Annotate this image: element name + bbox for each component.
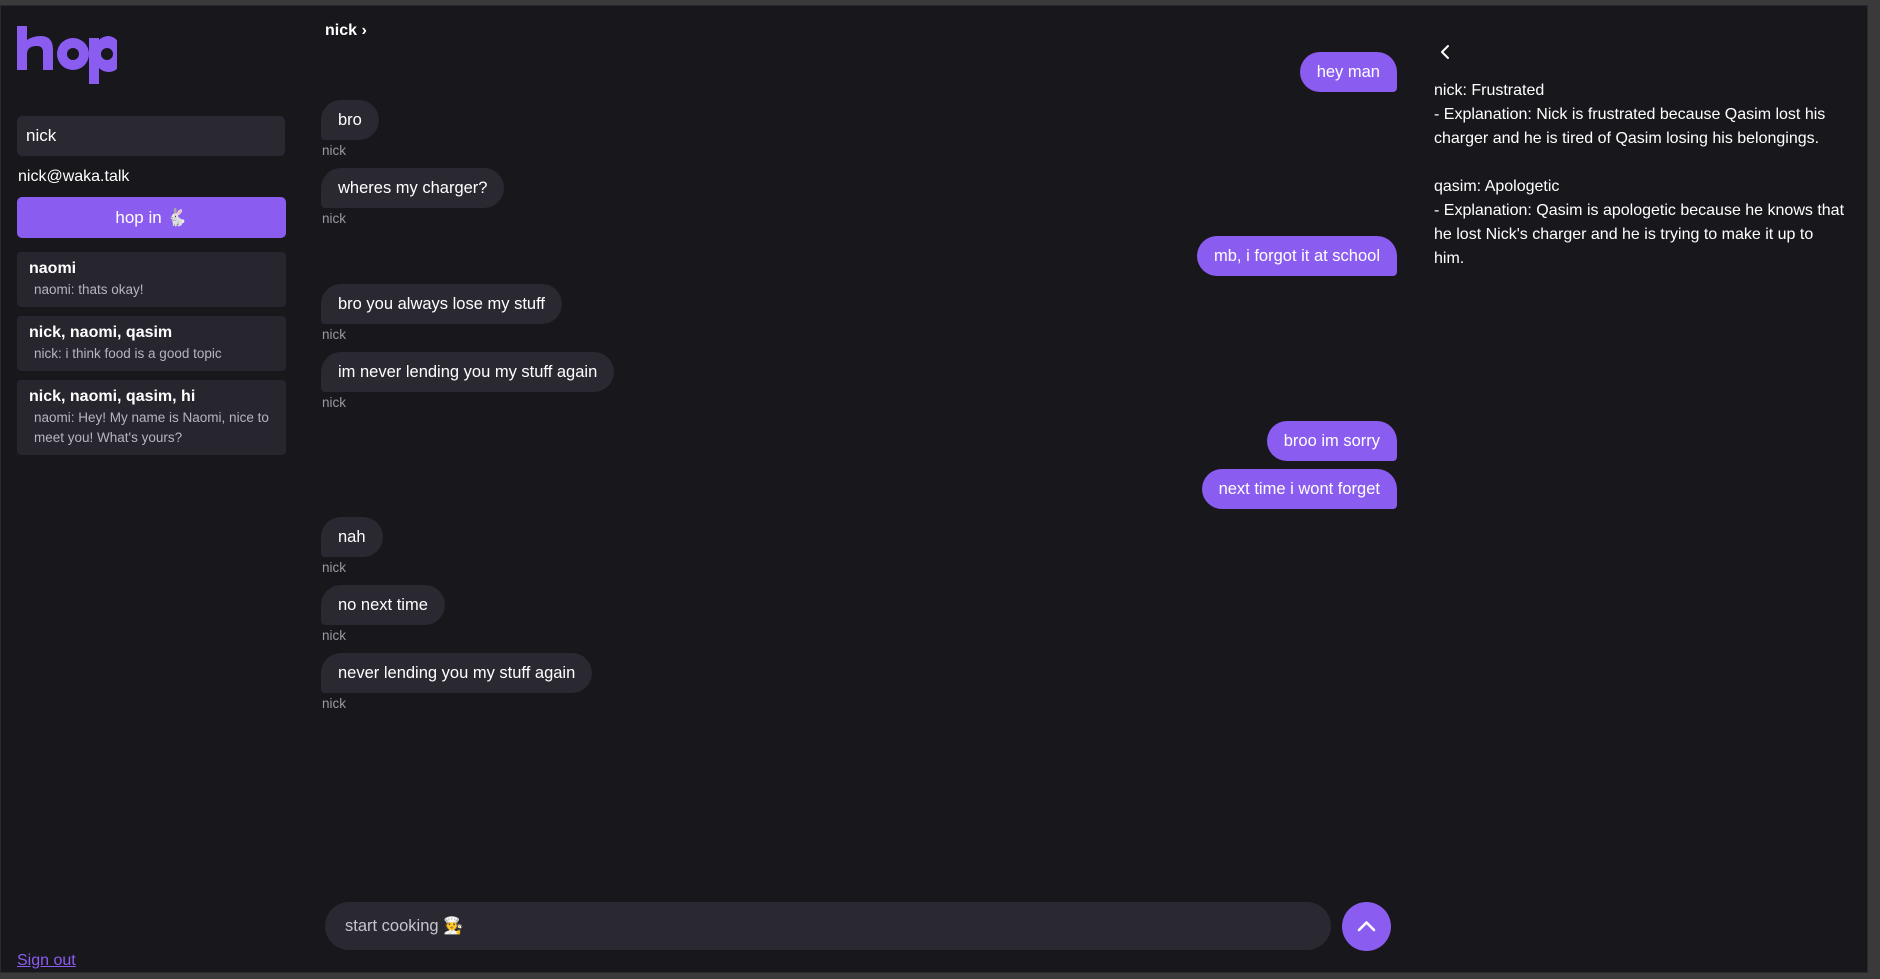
chat-item-name: naomi (29, 260, 77, 277)
app-window: nick nick@waka.talk hop in 🐇 naomi naomi… (0, 5, 1868, 973)
outgoing-message: hey man (1299, 52, 1397, 92)
chat-list-item[interactable]: nick, naomi, qasim nick: i think food is… (17, 316, 286, 371)
incoming-message: bro you always lose my stuff (321, 284, 562, 324)
nick-emotion-title: nick: Frustrated (1434, 82, 1545, 99)
chat-title[interactable]: nick › (325, 22, 367, 40)
nick-emotion-explanation: - Explanation: Nick is frustrated becaus… (1434, 106, 1826, 147)
incoming-message: wheres my charger? (321, 168, 505, 208)
incoming-message: never lending you my stuff again (321, 653, 593, 693)
outgoing-message: mb, i forgot it at school (1197, 236, 1397, 276)
sign-out-link[interactable]: Sign out (17, 952, 76, 970)
incoming-message: no next time (321, 585, 445, 625)
hop-in-button[interactable]: hop in 🐇 (17, 197, 286, 238)
chat-item-name: nick, naomi, qasim, hi (29, 388, 196, 405)
chat-list-item[interactable]: naomi naomi: thats okay! (17, 252, 286, 307)
message-sender: nick (322, 628, 347, 643)
chat-list: naomi naomi: thats okay! nick, naomi, qa… (17, 252, 286, 464)
chat-list-item[interactable]: nick, naomi, qasim, hi naomi: Hey! My na… (17, 380, 286, 455)
message-sender: nick (322, 143, 347, 158)
qasim-emotion-explanation: - Explanation: Qasim is apologetic becau… (1434, 202, 1845, 267)
chat-item-preview: naomi: Hey! My name is Naomi, nice to me… (34, 410, 269, 445)
message-sender: nick (322, 327, 347, 342)
outgoing-message: next time i wont forget (1201, 469, 1397, 509)
qasim-emotion-title: qasim: Apologetic (1434, 178, 1560, 195)
chat-item-preview: nick: i think food is a good topic (34, 346, 222, 361)
chat-item-name: nick, naomi, qasim (29, 324, 173, 341)
chevron-left-icon[interactable] (1437, 42, 1453, 62)
chevron-up-icon (1357, 921, 1376, 932)
emotion-analysis-panel: nick: Frustrated - Explanation: Nick is … (1434, 79, 1846, 271)
hop-logo (17, 26, 117, 84)
message-sender: nick (322, 560, 347, 575)
incoming-message: im never lending you my stuff again (321, 352, 615, 392)
sidebar: nick nick@waka.talk hop in 🐇 naomi naomi… (1, 6, 306, 972)
message-list: hey man bro nick wheres my charger? nick mb, … (321, 46, 1397, 746)
incoming-message: nah (321, 517, 383, 557)
chat-item-preview: naomi: thats okay! (34, 282, 144, 297)
outgoing-message: broo im sorry (1266, 421, 1397, 461)
incoming-message: bro (321, 100, 379, 140)
user-email: nick@waka.talk (18, 168, 130, 185)
message-sender: nick (322, 696, 347, 711)
message-sender: nick (322, 395, 347, 410)
send-button[interactable] (1342, 902, 1391, 951)
message-sender: nick (322, 211, 347, 226)
search-input[interactable]: nick (17, 116, 285, 156)
message-input[interactable]: start cooking 🧑‍🍳 (325, 902, 1331, 950)
